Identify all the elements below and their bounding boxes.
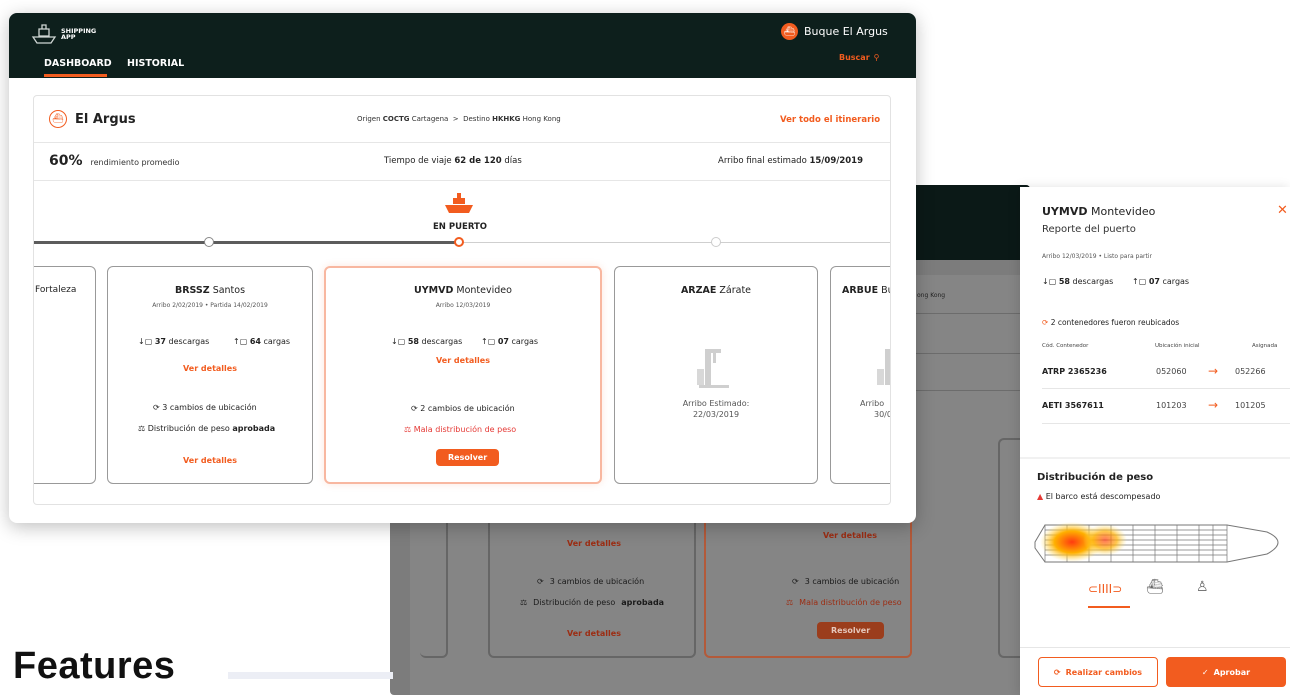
dashboard-window: SHIPPING APP DASHBOARD HISTORIAL ⛴ Buque … (9, 13, 916, 523)
ship-logo-icon (31, 24, 57, 44)
make-changes-button[interactable]: ⟳ Realizar cambios (1038, 657, 1158, 687)
refresh-icon: ⟳ (411, 404, 418, 413)
table-header-initial: Ubicación inicial (1155, 343, 1200, 349)
details-link[interactable]: Ver detalles (326, 356, 600, 365)
port-card-santos[interactable]: BRSSZ Santos Arribo 2/02/2019 • Partida … (107, 266, 313, 484)
check-icon: ✓ (1201, 667, 1209, 677)
tab-historial[interactable]: HISTORIAL (127, 58, 184, 69)
ship-side-view-tab[interactable]: ⊂IIII⊃ (1088, 582, 1122, 596)
panel-title: UYMVD Montevideo (1042, 205, 1156, 218)
performance: 60% rendimiento promedio (49, 153, 180, 169)
ship-weight-diagram (1034, 522, 1279, 563)
unload-icon: ↓▢ (391, 337, 406, 346)
table-row-code: ATRP 2365236 (1042, 367, 1107, 376)
ship-front-view-tab[interactable]: ⛴ (1146, 579, 1164, 595)
ship-title: ⛴ El Argus (49, 110, 136, 128)
details-link[interactable]: Ver detalles (108, 456, 312, 465)
table-header-assigned: Asignada (1252, 343, 1278, 349)
port-card-buenos-aires[interactable]: ARBUE Bu Arribo 30/0 (830, 266, 890, 484)
port-card-fortaleza[interactable]: Fortaleza (34, 266, 96, 484)
panel-relocated: ⟳ 2 contenedores fueron reubicados (1042, 318, 1180, 327)
travel-time: Tiempo de viaje 62 de 120 días (384, 156, 522, 166)
close-icon[interactable]: ✕ (1277, 203, 1288, 218)
timeline-track (459, 242, 890, 243)
app-logo[interactable]: SHIPPING APP (31, 23, 96, 45)
timeline-stop-santos[interactable] (204, 237, 214, 247)
background-weight: ⚖ Distribución de peso aprobada (520, 598, 665, 607)
background-details-link[interactable]: Ver detalles (567, 539, 621, 548)
weight-approved-icon: ⚖ (138, 424, 146, 433)
ship-icon: ⛴ (781, 23, 798, 40)
route-info: Origen COCTG Cartagena > Destino HKHKG H… (357, 115, 561, 123)
weight-icon: ⚖ (520, 598, 528, 607)
background-details-link[interactable]: Ver detalles (567, 629, 621, 638)
timeline-stop-zarate[interactable] (711, 237, 721, 247)
table-row-to: 052266 (1235, 367, 1266, 376)
ship-status-icon (445, 193, 473, 213)
arrow-right-icon: → (1208, 364, 1219, 378)
resolve-button[interactable]: Resolver (436, 449, 500, 466)
itinerary-link[interactable]: Ver todo el itinerario (780, 115, 880, 125)
search-button[interactable]: Buscar ⚲ (839, 53, 880, 62)
background-weight-warning: ⚖ Mala distribución de peso (786, 598, 902, 607)
details-link[interactable]: Ver detalles (108, 364, 312, 373)
approve-button[interactable]: ✓ Aprobar (1166, 657, 1286, 687)
load-icon: ↑▢ (1132, 277, 1147, 286)
unload-icon: ↓▢ (138, 337, 153, 346)
search-icon: ⚲ (873, 53, 880, 62)
table-row-from: 052060 (1156, 367, 1187, 376)
vessel-selector[interactable]: ⛴ Buque El Argus (781, 23, 888, 40)
background-changes: ⟳ 3 cambios de ubicación (792, 577, 900, 586)
refresh-icon: ⟳ (1042, 318, 1049, 327)
background-destination-text: ong Kong (917, 292, 946, 299)
background-details-link[interactable]: Ver detalles (823, 531, 877, 540)
arrival-estimate: Arribo final estimado 15/09/2019 (718, 156, 863, 166)
weight-warning: ▲ El barco está descompesado (1037, 492, 1161, 501)
weight-title: Distribución de peso (1037, 472, 1154, 483)
refresh-icon: ⟳ (537, 577, 544, 586)
crane-icon (697, 349, 729, 388)
panel-unloads: ↓▢ 58 descargas (1042, 277, 1114, 286)
features-heading: Features (13, 645, 176, 687)
voyage-card: ⛴ El Argus Origen COCTG Cartagena > Dest… (33, 95, 891, 505)
features-divider (228, 672, 393, 679)
app-header: SHIPPING APP DASHBOARD HISTORIAL ⛴ Buque … (9, 13, 916, 78)
ship-icon: ⛴ (49, 110, 67, 128)
port-card-montevideo[interactable]: UYMVD Montevideo Arribo 12/03/2019 ↓▢ 58… (324, 266, 602, 484)
table-header-code: Cód. Contenedor (1042, 343, 1089, 349)
weight-warning-icon: ⚖ (786, 598, 794, 607)
crane-icon (877, 349, 890, 385)
refresh-icon: ⟳ (153, 403, 160, 412)
port-card-zarate[interactable]: ARZAE Zárate Arribo Estimado: 22/03/2019 (614, 266, 818, 484)
timeline-progress (34, 241, 459, 244)
arrow-right-icon: → (1208, 398, 1219, 412)
load-icon: ↑▢ (481, 337, 496, 346)
panel-status: Arribo 12/03/2019 • Listo para partir (1042, 253, 1152, 260)
load-icon: ↑▢ (233, 337, 248, 346)
table-row-from: 101203 (1156, 401, 1187, 410)
tab-dashboard[interactable]: DASHBOARD (44, 58, 112, 69)
port-report-panel: UYMVD Montevideo ✕ Reporte del puerto Ar… (1020, 187, 1290, 695)
panel-loads: ↑▢ 07 cargas (1132, 277, 1190, 286)
timeline-stop-montevideo[interactable] (454, 237, 464, 247)
background-changes: ⟳ 3 cambios de ubicación (537, 577, 645, 586)
panel-subtitle: Reporte del puerto (1042, 224, 1136, 235)
active-tab-indicator (44, 74, 107, 77)
background-resolve-button[interactable]: Resolver (817, 622, 885, 639)
active-tab-indicator (1088, 606, 1130, 608)
table-row-to: 101205 (1235, 401, 1266, 410)
status-label: EN PUERTO (433, 222, 488, 232)
warning-icon: ▲ (1037, 492, 1044, 501)
unload-icon: ↓▢ (1042, 277, 1057, 286)
ship-top-view-tab[interactable]: ♙ (1196, 579, 1209, 595)
weight-warning-icon: ⚖ (404, 425, 412, 434)
refresh-icon: ⟳ (792, 577, 799, 586)
table-row-code: AETI 3567611 (1042, 401, 1104, 410)
refresh-icon: ⟳ (1053, 667, 1061, 677)
